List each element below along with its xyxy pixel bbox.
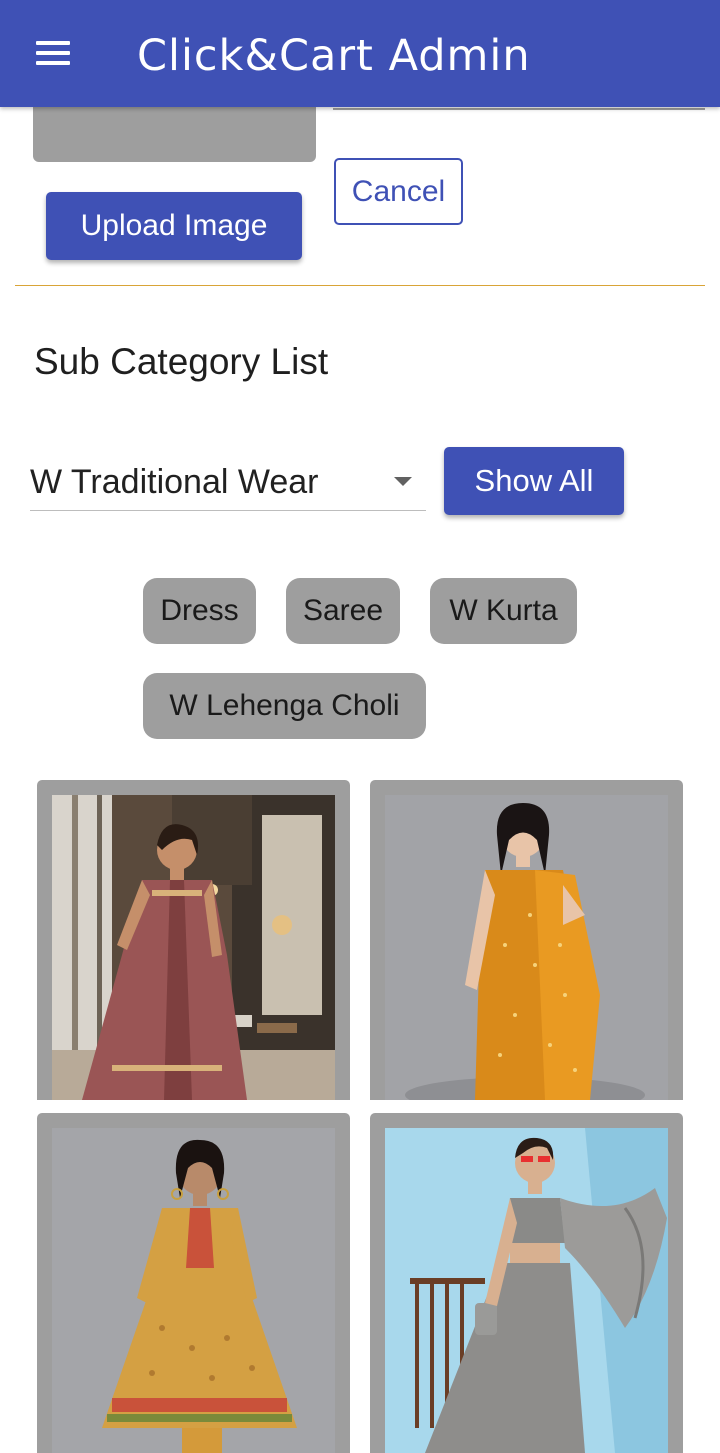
section-divider	[15, 285, 705, 286]
app-bar: Click&Cart Admin	[0, 0, 720, 107]
dropdown-arrow-icon	[394, 477, 412, 486]
chip-dress[interactable]: Dress	[143, 578, 256, 644]
show-all-button[interactable]: Show All	[444, 447, 624, 515]
cancel-button[interactable]: Cancel	[334, 158, 463, 225]
product-image	[52, 795, 335, 1100]
product-card[interactable]	[37, 1113, 350, 1453]
category-dropdown-value: W Traditional Wear	[30, 463, 319, 501]
chip-w-lehenga-choli[interactable]: W Lehenga Choli	[143, 673, 426, 739]
product-image	[385, 795, 668, 1100]
hamburger-menu-icon[interactable]	[22, 30, 82, 78]
chip-saree[interactable]: Saree	[286, 578, 400, 644]
product-image	[52, 1128, 335, 1453]
category-dropdown[interactable]: W Traditional Wear	[30, 450, 426, 511]
product-card[interactable]	[370, 780, 683, 1100]
image-preview	[33, 100, 316, 162]
name-field[interactable]	[333, 108, 705, 110]
product-card[interactable]	[370, 1113, 683, 1453]
product-card[interactable]	[37, 780, 350, 1100]
chip-w-kurta[interactable]: W Kurta	[430, 578, 577, 644]
section-title: Sub Category List	[34, 341, 329, 382]
upload-image-button[interactable]: Upload Image	[46, 192, 302, 260]
app-title: Click&Cart Admin	[137, 31, 531, 81]
product-image	[385, 1128, 668, 1453]
